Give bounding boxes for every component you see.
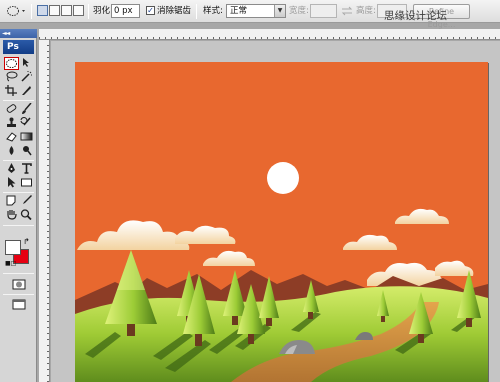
collapse-arrows-icon[interactable]: ◄◄	[2, 29, 10, 38]
height-label: 高度:	[356, 6, 376, 16]
type-icon[interactable]	[19, 163, 34, 176]
blur-icon[interactable]	[4, 145, 19, 158]
document-canvas[interactable]	[75, 62, 488, 382]
width-input[interactable]	[310, 4, 337, 18]
watermark: 思缘设计论坛	[384, 10, 447, 22]
photoshop-logo: Ps	[3, 40, 34, 54]
elliptical-marquee-icon[interactable]	[4, 57, 19, 70]
new-selection-button[interactable]	[37, 5, 48, 16]
add-to-selection-button[interactable]	[49, 5, 60, 16]
chevron-down-icon: ▼	[274, 5, 285, 17]
foreground-color-swatch[interactable]	[5, 240, 21, 255]
dodge-icon[interactable]	[19, 145, 34, 158]
horizontal-ruler[interactable]	[39, 29, 500, 40]
history-brush-icon[interactable]	[19, 117, 34, 130]
pen-icon[interactable]	[4, 163, 19, 176]
screen-mode-icon[interactable]	[11, 299, 27, 312]
default-colors-icon[interactable]: ■□	[5, 261, 16, 267]
healing-brush-icon[interactable]	[4, 103, 19, 116]
width-label: 宽度:	[289, 6, 309, 16]
elliptical-marquee-icon[interactable]	[6, 4, 28, 18]
path-selection-icon[interactable]	[4, 177, 19, 190]
antialias-checkbox[interactable]: ✓	[146, 6, 155, 15]
swap-dimensions-icon[interactable]	[340, 4, 354, 18]
swap-colors-icon[interactable]: ↱	[23, 237, 30, 246]
magic-wand-icon[interactable]	[19, 71, 34, 84]
eyedropper-icon[interactable]	[19, 195, 34, 208]
hand-icon[interactable]	[4, 209, 19, 222]
brush-icon[interactable]	[19, 102, 34, 116]
notes-icon[interactable]	[4, 195, 19, 208]
antialias-label: 消除锯齿	[157, 6, 192, 16]
zoom-icon[interactable]	[19, 209, 34, 222]
subtract-from-selection-button[interactable]	[61, 5, 72, 16]
feather-label: 羽化:	[93, 6, 113, 16]
vertical-ruler[interactable]	[39, 40, 50, 382]
toolbox: ◄◄ Ps ↱ ■□	[0, 29, 37, 382]
slice-icon[interactable]	[19, 85, 34, 98]
crop-icon[interactable]	[4, 85, 19, 98]
intersect-selection-button[interactable]	[73, 5, 84, 16]
style-select-value: 正常	[230, 6, 248, 16]
move-icon[interactable]	[19, 57, 34, 70]
gradient-icon[interactable]	[19, 131, 34, 144]
eraser-icon[interactable]	[4, 131, 19, 144]
lasso-icon[interactable]	[4, 71, 19, 84]
clone-stamp-icon[interactable]	[4, 117, 19, 130]
sun	[267, 162, 299, 194]
feather-input[interactable]: 0 px	[111, 4, 140, 18]
style-select[interactable]: 正常 ▼	[226, 4, 286, 18]
toolbox-title-bar[interactable]: ◄◄	[0, 29, 37, 38]
style-label: 样式:	[203, 6, 223, 16]
shape-icon[interactable]	[19, 177, 34, 190]
quick-mask-icon[interactable]	[11, 279, 27, 292]
